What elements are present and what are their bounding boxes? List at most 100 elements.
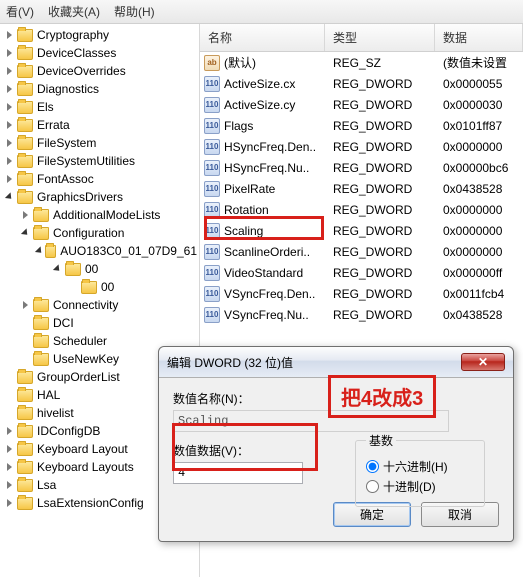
tree-item[interactable]: DCI: [0, 314, 199, 332]
value-name: ScanlineOrderi..: [224, 245, 310, 259]
folder-icon: [17, 191, 33, 204]
list-row[interactable]: 110ScanlineOrderi..REG_DWORD0x0000000: [200, 241, 523, 262]
list-row[interactable]: 110RotationREG_DWORD0x0000000: [200, 199, 523, 220]
list-row[interactable]: 110ActiveSize.cxREG_DWORD0x0000055: [200, 73, 523, 94]
tree-label: hivelist: [37, 406, 74, 420]
tree-label: DeviceOverrides: [37, 64, 126, 78]
folder-icon: [17, 443, 33, 456]
tree-item[interactable]: DeviceOverrides: [0, 62, 199, 80]
folder-icon: [17, 119, 33, 132]
list-row[interactable]: 110FlagsREG_DWORD0x0101ff87: [200, 115, 523, 136]
radio-dec-label[interactable]: 十进制(D): [383, 478, 436, 495]
binary-icon: 110: [204, 139, 220, 155]
value-type: REG_DWORD: [325, 161, 435, 175]
folder-icon: [17, 461, 33, 474]
menu-help[interactable]: 帮助(H): [114, 3, 155, 20]
expander-icon[interactable]: [20, 210, 31, 221]
expander-icon[interactable]: [4, 66, 15, 77]
expander-icon[interactable]: [4, 120, 15, 131]
radio-hex[interactable]: [366, 460, 379, 473]
tree-label: 00: [101, 280, 114, 294]
expander-icon[interactable]: [20, 300, 31, 311]
value-type: REG_DWORD: [325, 119, 435, 133]
tree-item[interactable]: FileSystemUtilities: [0, 152, 199, 170]
annotation-text: 把4改成3: [328, 375, 436, 418]
tree-label: FileSystemUtilities: [37, 154, 135, 168]
expander-icon[interactable]: [4, 480, 15, 491]
value-data: 0x0000000: [435, 203, 523, 217]
folder-icon: [17, 137, 33, 150]
column-name[interactable]: 名称: [200, 24, 325, 51]
tree-item[interactable]: Connectivity: [0, 296, 199, 314]
expander-icon[interactable]: [36, 246, 43, 257]
tree-item[interactable]: Els: [0, 98, 199, 116]
list-row[interactable]: 110HSyncFreq.Nu..REG_DWORD0x00000bc6: [200, 157, 523, 178]
tree-item[interactable]: FontAssoc: [0, 170, 199, 188]
list-row[interactable]: 110PixelRateREG_DWORD0x0438528: [200, 178, 523, 199]
value-name: PixelRate: [224, 182, 275, 196]
column-type[interactable]: 类型: [325, 24, 435, 51]
tree-item[interactable]: FileSystem: [0, 134, 199, 152]
list-row[interactable]: ab(默认)REG_SZ(数值未设置: [200, 52, 523, 73]
tree-item[interactable]: AUO183C0_01_07D9_61: [0, 242, 199, 260]
expander-icon[interactable]: [4, 156, 15, 167]
radix-legend: 基数: [366, 432, 396, 449]
expander-icon[interactable]: [4, 138, 15, 149]
expander-icon[interactable]: [4, 192, 15, 203]
tree-item[interactable]: GraphicsDrivers: [0, 188, 199, 206]
tree-label: Lsa: [37, 478, 56, 492]
tree-item[interactable]: DeviceClasses: [0, 44, 199, 62]
tree-item[interactable]: Configuration: [0, 224, 199, 242]
folder-icon: [17, 173, 33, 186]
tree-label: Cryptography: [37, 28, 109, 42]
binary-icon: 110: [204, 97, 220, 113]
tree-item[interactable]: 00: [0, 260, 199, 278]
expander-icon[interactable]: [4, 84, 15, 95]
tree-item[interactable]: AdditionalModeLists: [0, 206, 199, 224]
menu-view[interactable]: 看(V): [6, 3, 34, 20]
close-button[interactable]: ✕: [461, 353, 505, 371]
list-row[interactable]: 110VSyncFreq.Nu..REG_DWORD0x0438528: [200, 304, 523, 325]
list-row[interactable]: 110VSyncFreq.Den..REG_DWORD0x0011fcb4: [200, 283, 523, 304]
binary-icon: 110: [204, 265, 220, 281]
expander-icon[interactable]: [4, 444, 15, 455]
value-type: REG_DWORD: [325, 77, 435, 91]
tree-item[interactable]: 00: [0, 278, 199, 296]
expander-icon[interactable]: [52, 264, 63, 275]
expander-icon[interactable]: [4, 174, 15, 185]
expander-icon[interactable]: [4, 30, 15, 41]
expander-icon[interactable]: [20, 228, 31, 239]
value-type: REG_DWORD: [325, 266, 435, 280]
radio-dec[interactable]: [366, 480, 379, 493]
value-type: REG_DWORD: [325, 98, 435, 112]
radio-hex-label[interactable]: 十六进制(H): [383, 458, 448, 475]
list-row[interactable]: 110VideoStandardREG_DWORD0x000000ff: [200, 262, 523, 283]
string-icon: ab: [204, 55, 220, 71]
data-field[interactable]: [173, 462, 303, 484]
tree-item[interactable]: Errata: [0, 116, 199, 134]
expander-icon[interactable]: [4, 462, 15, 473]
expander-icon[interactable]: [4, 102, 15, 113]
tree-label: AUO183C0_01_07D9_61: [60, 244, 197, 258]
expander-icon[interactable]: [4, 426, 15, 437]
expander-icon[interactable]: [4, 48, 15, 59]
menu-favorites[interactable]: 收藏夹(A): [48, 3, 100, 20]
value-name: VSyncFreq.Den..: [224, 287, 315, 301]
list-row[interactable]: 110HSyncFreq.Den..REG_DWORD0x0000000: [200, 136, 523, 157]
value-data: 0x0438528: [435, 308, 523, 322]
dialog-titlebar[interactable]: 编辑 DWORD (32 位)值 ✕: [159, 347, 513, 378]
list-row[interactable]: 110ActiveSize.cyREG_DWORD0x0000030: [200, 94, 523, 115]
expander-icon[interactable]: [4, 498, 15, 509]
binary-icon: 110: [204, 286, 220, 302]
tree-label: GroupOrderList: [37, 370, 120, 384]
tree-item[interactable]: Diagnostics: [0, 80, 199, 98]
column-data[interactable]: 数据: [435, 24, 523, 51]
folder-icon: [45, 245, 56, 258]
tree-item[interactable]: Cryptography: [0, 26, 199, 44]
value-data: 0x000000ff: [435, 266, 523, 280]
tree-label: GraphicsDrivers: [37, 190, 123, 204]
binary-icon: 110: [204, 307, 220, 323]
list-row[interactable]: 110ScalingREG_DWORD0x0000000: [200, 220, 523, 241]
value-name: Scaling: [224, 224, 263, 238]
folder-icon: [17, 389, 33, 402]
